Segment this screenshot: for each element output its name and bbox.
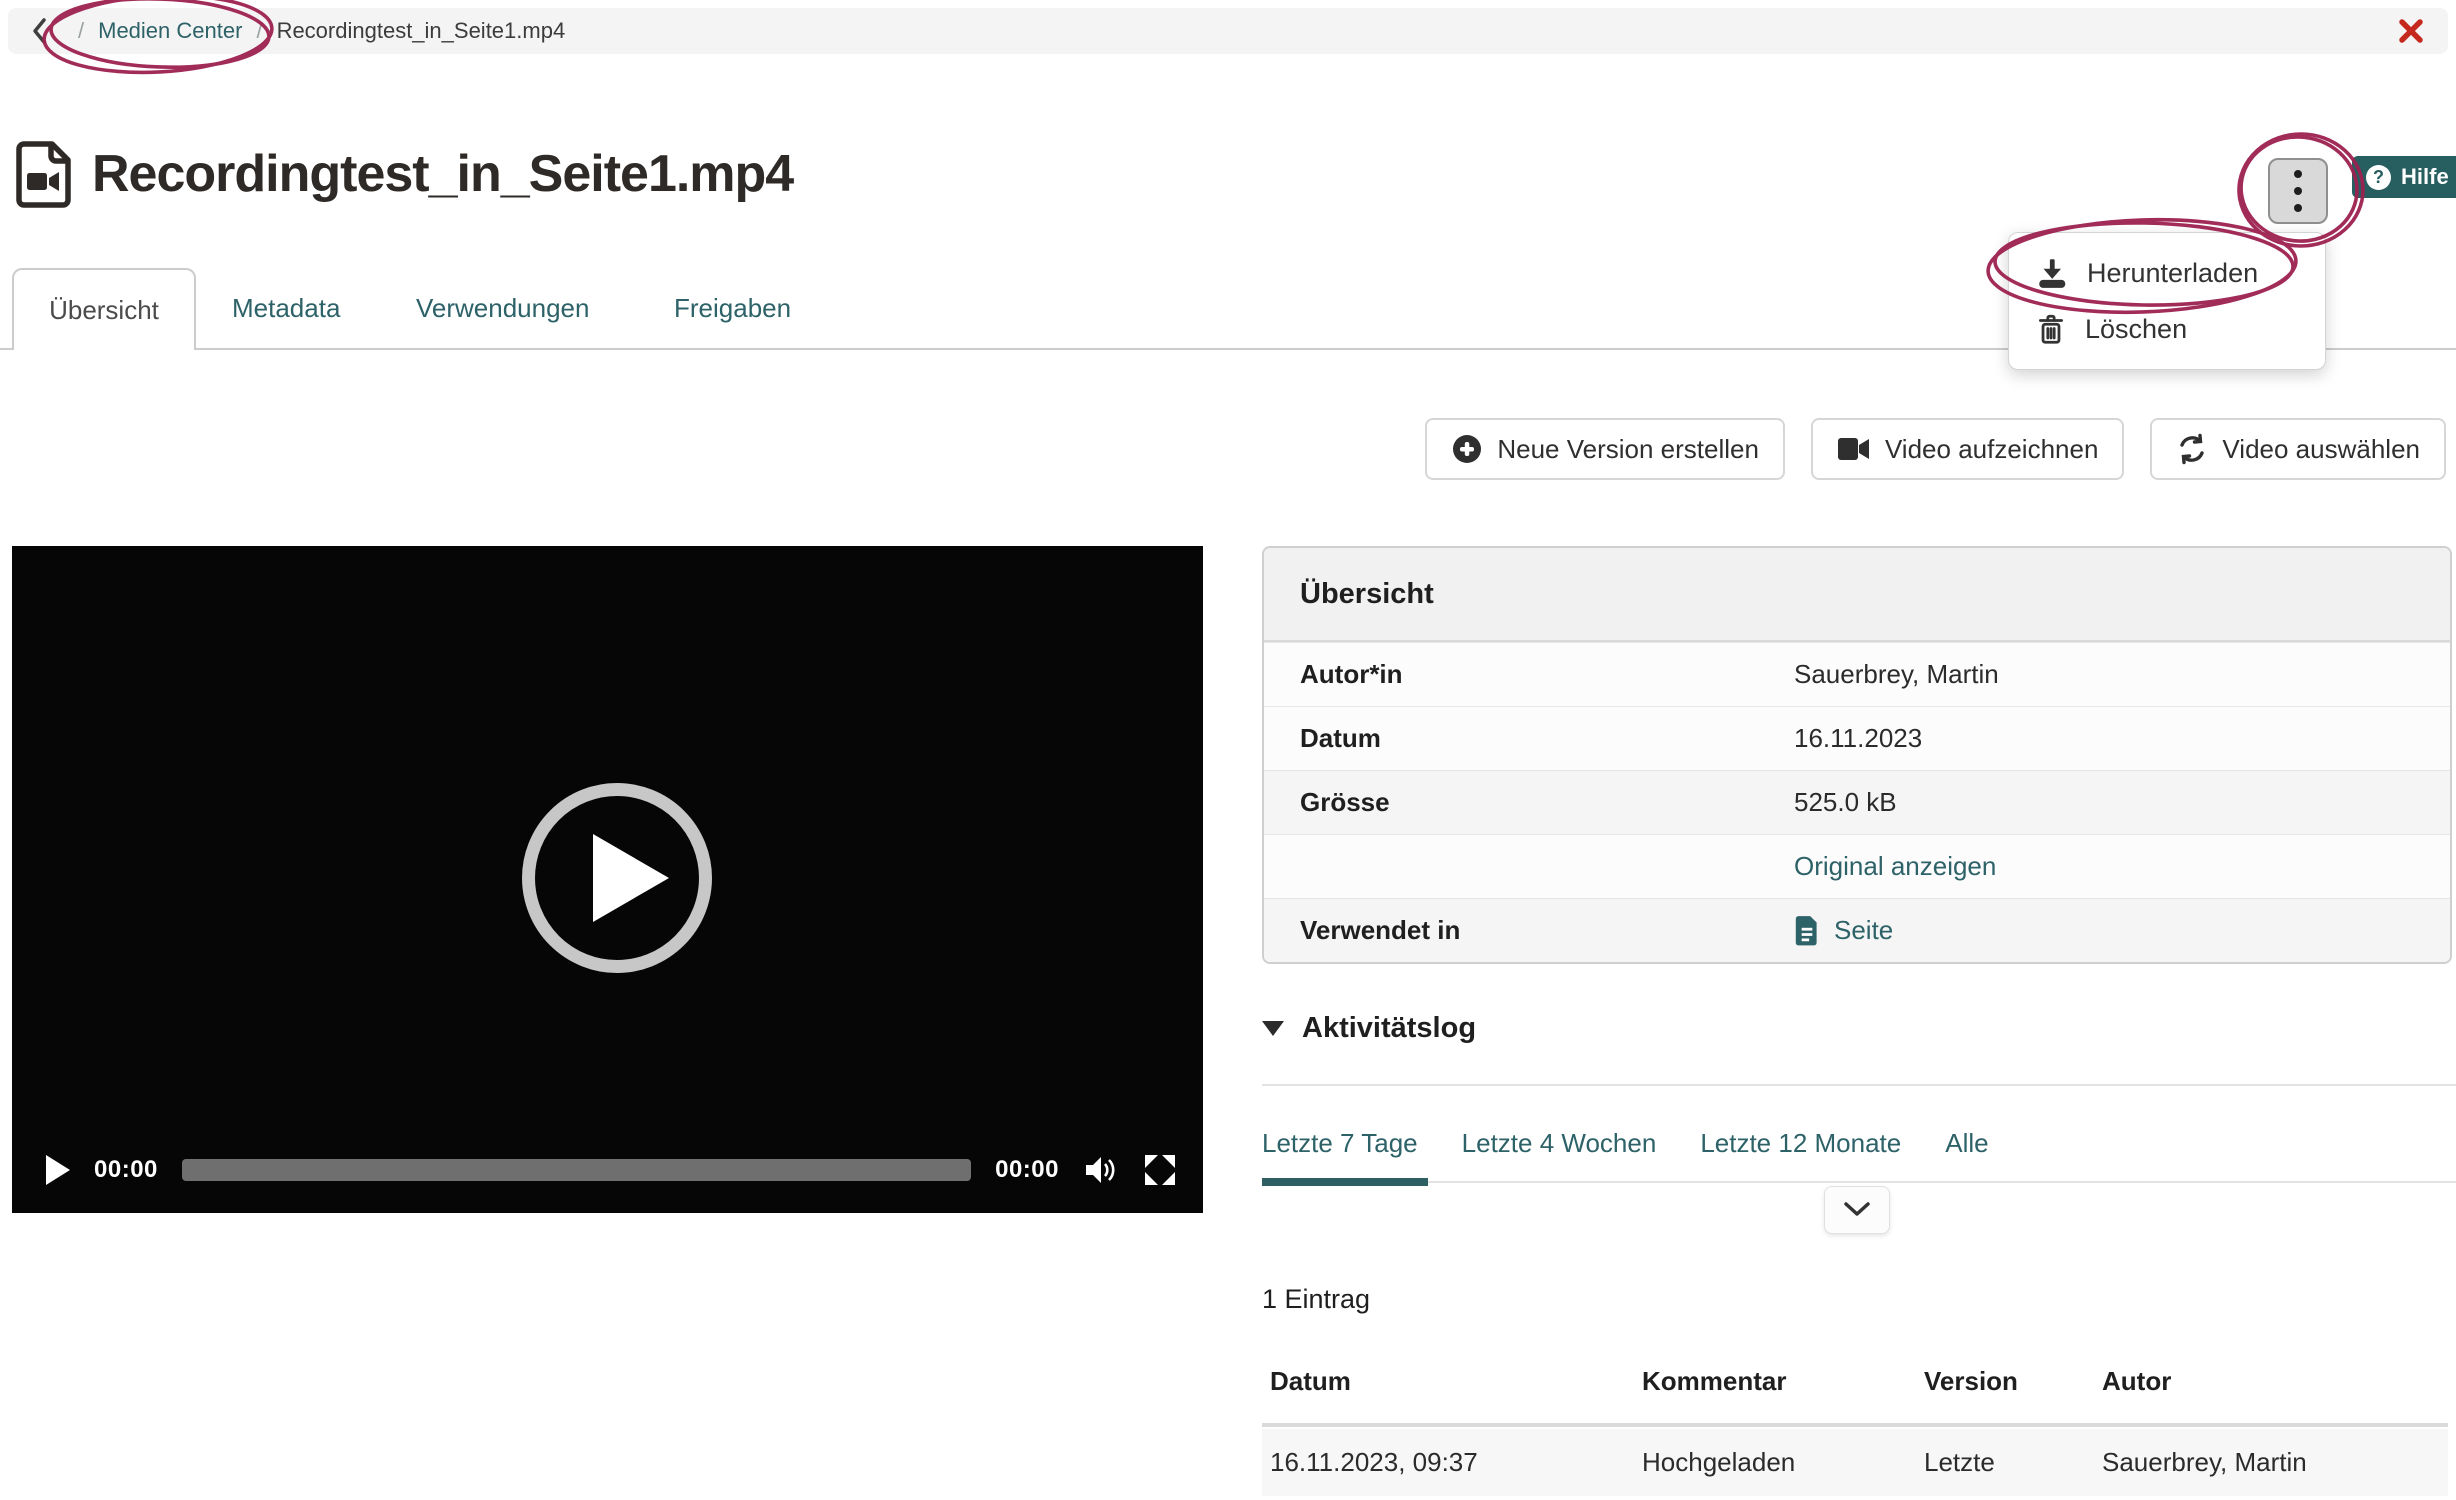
tab-uebersicht[interactable]: Übersicht — [12, 268, 196, 350]
info-label: Verwendet in — [1264, 915, 1794, 946]
active-filter-underline — [1262, 1178, 1428, 1186]
plus-circle-icon — [1451, 433, 1483, 465]
table-row: 16.11.2023, 09:37 Hochgeladen Letzte Sau… — [1262, 1429, 2448, 1496]
video-file-icon — [14, 140, 72, 208]
context-menu: Herunterladen Löschen — [2008, 232, 2326, 370]
video-player: 00:00 00:00 — [12, 546, 1203, 1213]
breadcrumb-separator: / — [78, 18, 84, 44]
select-video-button[interactable]: Video auswählen — [2150, 418, 2446, 480]
menu-item-delete[interactable]: Löschen — [2009, 301, 2325, 357]
info-value: 525.0 kB — [1794, 787, 1897, 818]
activity-filters: Letzte 7 Tage Letzte 4 Wochen Letzte 12 … — [1262, 1128, 1989, 1159]
column-header-version: Version — [1924, 1366, 2102, 1397]
column-header-kommentar: Kommentar — [1642, 1366, 1924, 1397]
chevron-down-icon — [1843, 1201, 1871, 1219]
action-label: Video aufzeichnen — [1885, 434, 2098, 465]
activity-divider — [1262, 1084, 2456, 1086]
info-label: Autor*in — [1264, 659, 1794, 690]
column-header-datum: Datum — [1270, 1366, 1642, 1397]
overview-panel-title: Übersicht — [1264, 548, 2450, 642]
page-title: Recordingtest_in_Seite1.mp4 — [92, 144, 793, 204]
help-button[interactable]: ? Hilfe — [2352, 156, 2456, 198]
info-row-autor: Autor*in Sauerbrey, Martin — [1264, 642, 2450, 706]
refresh-icon — [2176, 433, 2208, 465]
menu-item-label: Herunterladen — [2087, 258, 2258, 289]
info-value: Sauerbrey, Martin — [1794, 659, 1999, 690]
info-row-verwendet-in: Verwendet in Seite — [1264, 898, 2450, 962]
overview-panel: Übersicht Autor*in Sauerbrey, Martin Dat… — [1262, 546, 2452, 964]
play-button[interactable] — [46, 1155, 70, 1185]
filter-alle[interactable]: Alle — [1945, 1128, 1988, 1159]
total-time: 00:00 — [995, 1156, 1059, 1184]
cell-datum: 16.11.2023, 09:37 — [1270, 1447, 1642, 1478]
close-icon — [2396, 16, 2426, 46]
volume-icon[interactable] — [1083, 1154, 1119, 1186]
tab-metadata[interactable]: Metadata — [232, 268, 340, 348]
activity-log-header[interactable]: Aktivitätslog — [1262, 1012, 1476, 1045]
kebab-menu-button[interactable] — [2268, 158, 2328, 224]
info-row-groesse: Grösse 525.0 kB — [1264, 770, 2450, 834]
chevron-left-icon — [30, 16, 50, 46]
kebab-dot — [2294, 204, 2302, 212]
back-button[interactable] — [30, 16, 50, 46]
activity-table-header: Datum Kommentar Version Autor — [1262, 1358, 2448, 1423]
entry-count: 1 Eintrag — [1262, 1284, 1370, 1315]
activity-log-title: Aktivitätslog — [1302, 1012, 1476, 1045]
action-buttons: Neue Version erstellen Video aufzeichnen — [1425, 418, 2446, 480]
collapse-button[interactable] — [1824, 1186, 1890, 1234]
media-detail-page: / Medien Center / Recordingtest_in_Seite… — [0, 0, 2456, 1500]
action-label: Video auswählen — [2222, 434, 2420, 465]
breadcrumb-current: Recordingtest_in_Seite1.mp4 — [277, 18, 566, 44]
cell-autor: Sauerbrey, Martin — [2102, 1447, 2448, 1478]
menu-item-label: Löschen — [2085, 314, 2187, 345]
menu-item-download[interactable]: Herunterladen — [2009, 245, 2325, 301]
filter-baseline — [1262, 1181, 2456, 1183]
download-icon — [2035, 256, 2069, 290]
breadcrumb: / Medien Center / Recordingtest_in_Seite… — [8, 8, 2448, 54]
trash-icon — [2035, 312, 2067, 346]
action-label: Neue Version erstellen — [1497, 434, 1759, 465]
table-header-border — [1262, 1423, 2448, 1427]
page-document-icon — [1794, 915, 1820, 947]
activity-table: Datum Kommentar Version Autor 16.11.2023… — [1262, 1358, 2448, 1500]
player-controls: 00:00 00:00 — [46, 1147, 1177, 1193]
kebab-dot — [2294, 187, 2302, 195]
breadcrumb-link-medien-center[interactable]: Medien Center — [98, 18, 242, 44]
tab-freigaben[interactable]: Freigaben — [674, 268, 791, 348]
video-camera-icon — [1837, 436, 1871, 462]
breadcrumb-separator: / — [256, 18, 262, 44]
big-play-button[interactable] — [522, 783, 712, 973]
page-header: Recordingtest_in_Seite1.mp4 — [14, 140, 793, 208]
original-anzeigen-link[interactable]: Original anzeigen — [1794, 851, 1996, 882]
info-label: Grösse — [1264, 787, 1794, 818]
new-version-button[interactable]: Neue Version erstellen — [1425, 418, 1785, 480]
column-header-autor: Autor — [2102, 1366, 2448, 1397]
info-row-original: Original anzeigen — [1264, 834, 2450, 898]
record-video-button[interactable]: Video aufzeichnen — [1811, 418, 2124, 480]
question-mark-icon: ? — [2366, 165, 2391, 190]
info-row-datum: Datum 16.11.2023 — [1264, 706, 2450, 770]
tab-verwendungen[interactable]: Verwendungen — [416, 268, 589, 348]
filter-letzte-7-tage[interactable]: Letzte 7 Tage — [1262, 1128, 1418, 1159]
cell-version: Letzte — [1924, 1447, 2102, 1478]
info-value: 16.11.2023 — [1794, 723, 1922, 754]
seite-link[interactable]: Seite — [1794, 915, 1893, 947]
kebab-dot — [2294, 170, 2302, 178]
cell-kommentar: Hochgeladen — [1642, 1447, 1924, 1478]
current-time: 00:00 — [94, 1156, 158, 1184]
caret-down-icon — [1262, 1021, 1284, 1036]
close-button[interactable] — [2396, 16, 2426, 46]
progress-bar[interactable] — [182, 1159, 971, 1181]
help-label: Hilfe — [2401, 164, 2449, 190]
fullscreen-icon[interactable] — [1143, 1153, 1177, 1187]
filter-letzte-4-wochen[interactable]: Letzte 4 Wochen — [1462, 1128, 1657, 1159]
seite-link-label: Seite — [1834, 915, 1893, 946]
filter-letzte-12-monate[interactable]: Letzte 12 Monate — [1700, 1128, 1901, 1159]
info-label: Datum — [1264, 723, 1794, 754]
